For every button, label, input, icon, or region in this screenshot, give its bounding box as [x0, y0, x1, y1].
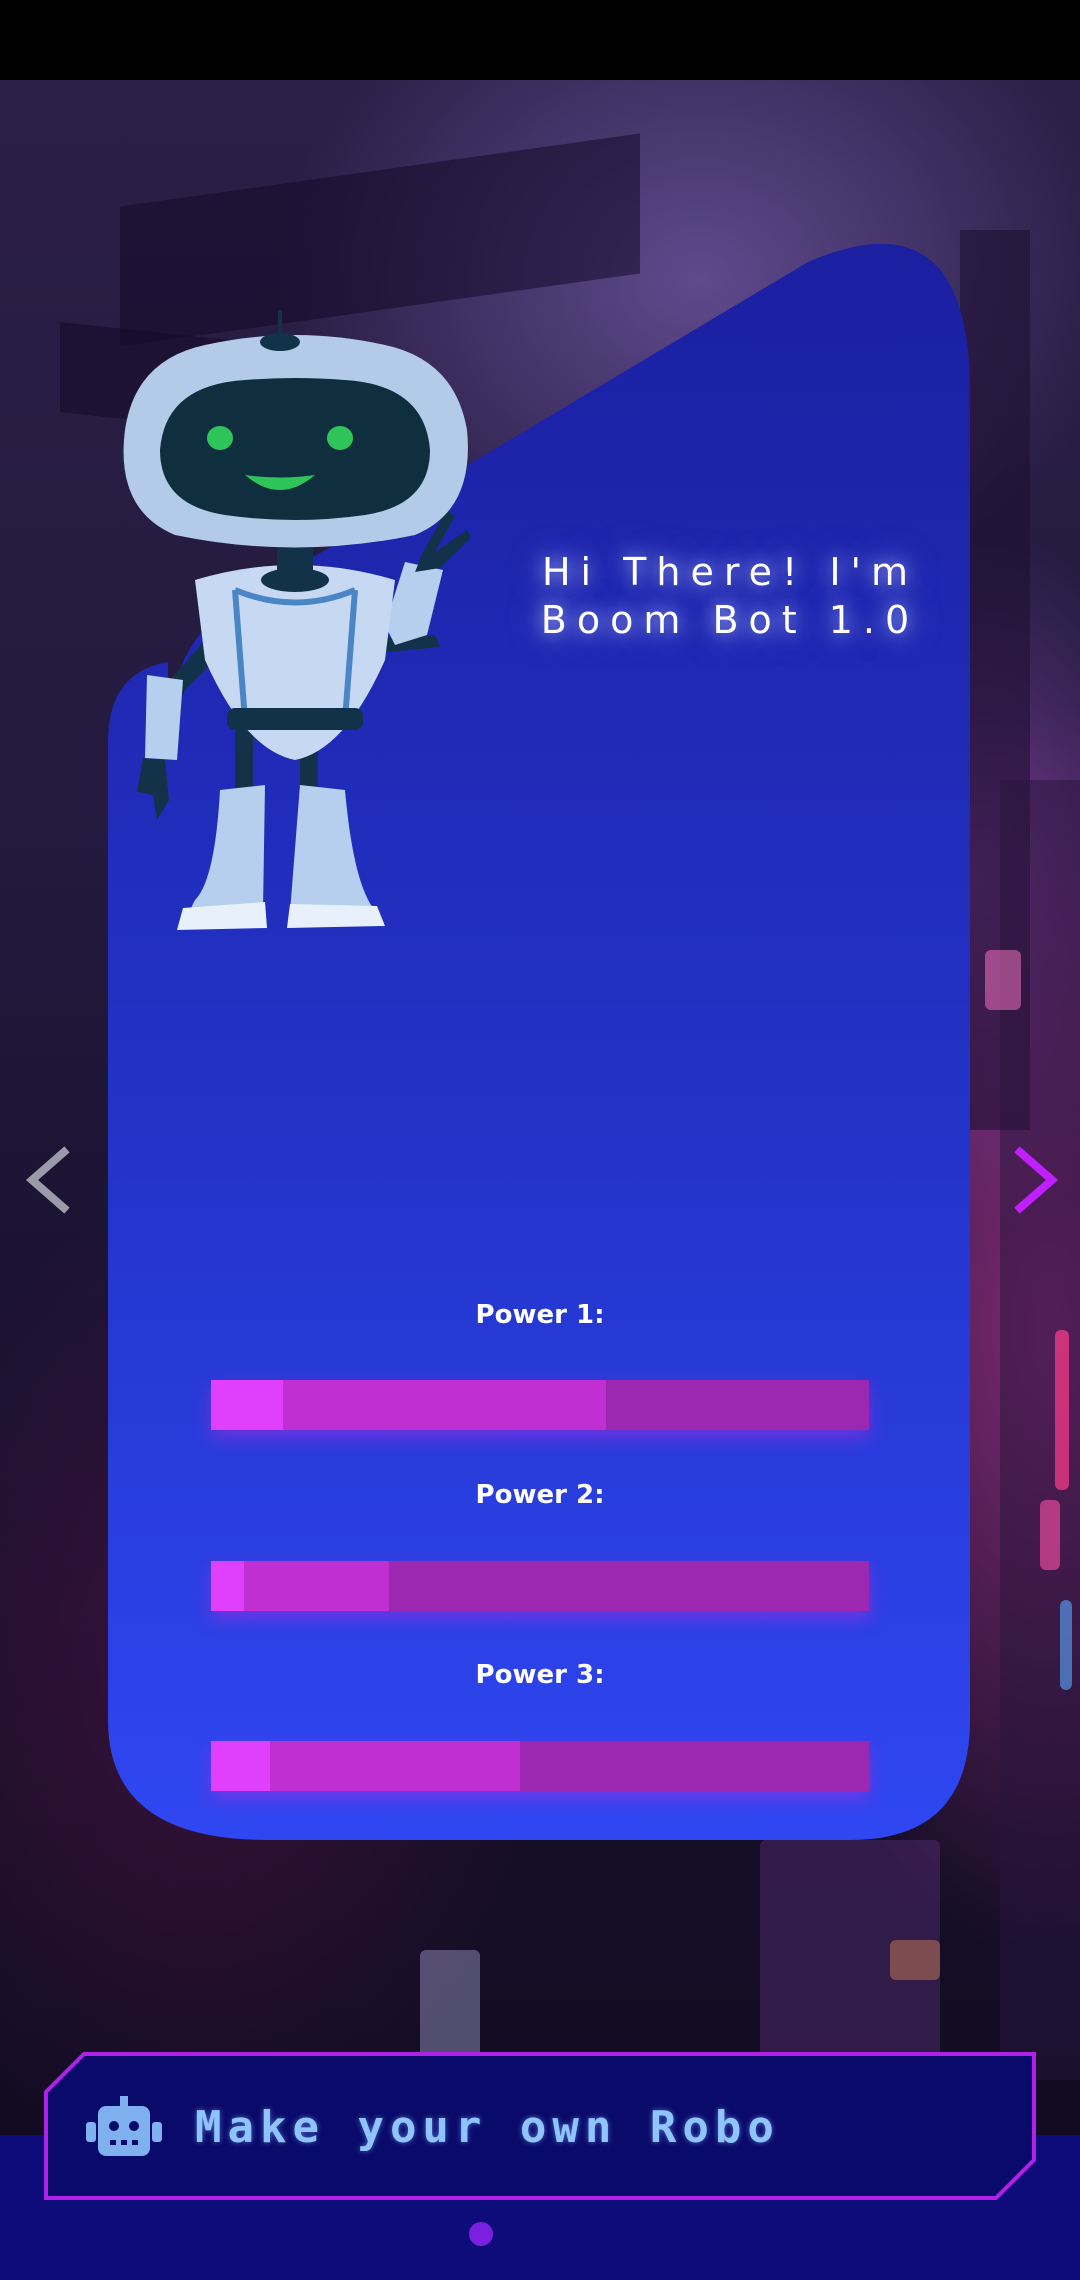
chevron-right-icon[interactable] [1004, 1140, 1064, 1220]
greeting-line-2: Boom Bot 1.0 [540, 598, 920, 642]
power-1-primary-fill [211, 1380, 284, 1430]
make-robot-button-label: Make your own Robo [195, 2102, 780, 2153]
robot-illustration [122, 310, 471, 930]
greeting-text: Hi There! I'm Boom Bot 1.0 [520, 548, 940, 644]
power-2-bar [211, 1561, 869, 1611]
greeting-line-1: Hi There! I'm [541, 550, 919, 594]
power-3-primary-fill [211, 1741, 271, 1791]
power-3-bar [211, 1741, 869, 1791]
chevron-left-icon[interactable] [20, 1140, 80, 1220]
power-2-label: Power 2: [475, 1480, 605, 1510]
power-3-label: Power 3: [475, 1660, 605, 1690]
page-indicator-dot[interactable] [469, 2222, 493, 2246]
power-1-label: Power 1: [475, 1300, 605, 1330]
power-2-primary-fill [211, 1561, 244, 1611]
robot-icon [86, 2096, 162, 2156]
power-1-bar [211, 1380, 869, 1430]
status-bar [0, 0, 1080, 80]
